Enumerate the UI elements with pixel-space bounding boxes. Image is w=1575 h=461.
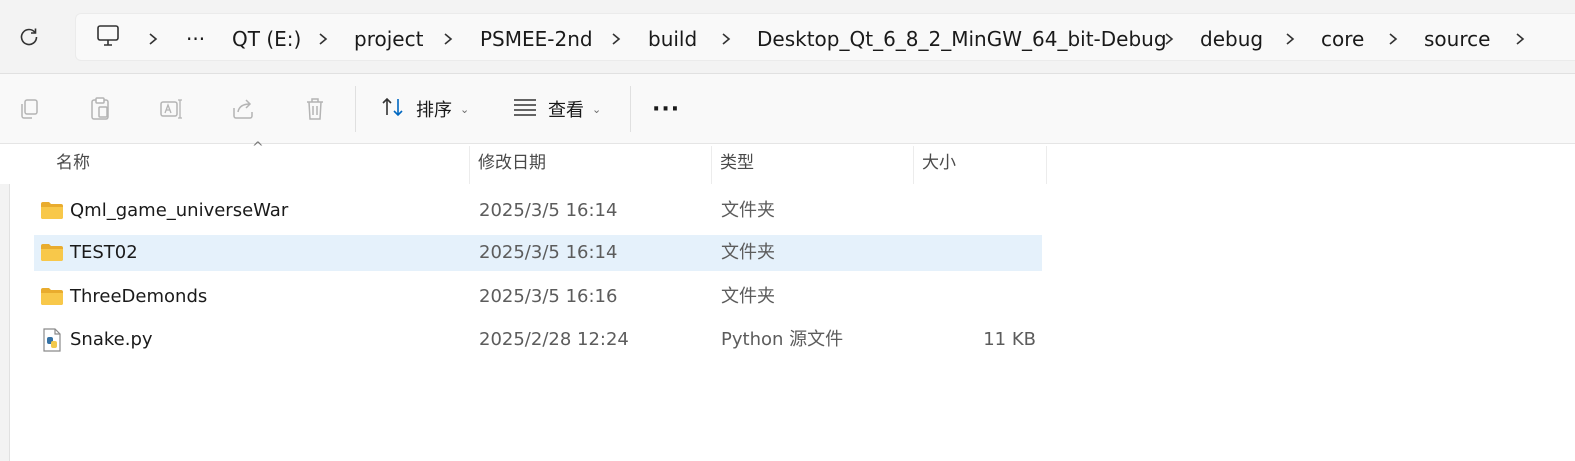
more-icon: ···: [652, 96, 681, 122]
address-bar-area: ··· QT (E:) project PSMEE-2nd build Desk…: [0, 0, 1575, 74]
file-date: 2025/3/5 16:14: [479, 200, 618, 221]
view-list-icon: [512, 97, 538, 122]
sort-label: 排序: [416, 100, 452, 121]
chevron-right-icon[interactable]: [1162, 28, 1176, 50]
chevron-down-icon: ⌄: [460, 102, 470, 116]
file-name: TEST02: [70, 242, 138, 263]
chevron-right-icon[interactable]: [441, 28, 455, 50]
file-row[interactable]: ThreeDemonds 2025/3/5 16:16 文件夹: [34, 279, 1042, 315]
file-size: 11 KB: [983, 329, 1036, 350]
sort-icon: [380, 96, 406, 123]
column-header-size[interactable]: 大小: [914, 144, 1046, 184]
file-date: 2025/3/5 16:14: [479, 242, 618, 263]
breadcrumb-core[interactable]: core: [1321, 28, 1364, 50]
folder-icon: [40, 286, 64, 308]
copy-icon[interactable]: [16, 96, 42, 122]
view-label: 查看: [548, 100, 584, 121]
chevron-right-icon[interactable]: [1283, 28, 1297, 50]
breadcrumb-overflow[interactable]: ···: [186, 28, 205, 50]
computer-icon[interactable]: [95, 24, 121, 48]
chevron-right-icon[interactable]: [316, 28, 330, 50]
breadcrumb-build[interactable]: build: [648, 28, 697, 50]
rename-icon[interactable]: [159, 96, 185, 122]
python-file-icon: [42, 328, 66, 352]
file-row[interactable]: Snake.py 2025/2/28 12:24 Python 源文件 11 K…: [34, 322, 1042, 358]
breadcrumb-debug[interactable]: debug: [1200, 28, 1263, 50]
breadcrumb-project[interactable]: project: [354, 28, 423, 50]
paste-icon[interactable]: [87, 96, 113, 122]
column-header-date[interactable]: 修改日期: [470, 144, 710, 184]
file-date: 2025/3/5 16:16: [479, 286, 618, 307]
chevron-right-icon[interactable]: [1513, 28, 1527, 50]
command-toolbar: 排序 ⌄ 查看 ⌄ ···: [0, 74, 1575, 144]
folder-icon: [40, 242, 64, 264]
file-date: 2025/2/28 12:24: [479, 329, 629, 350]
sort-button[interactable]: 排序 ⌄: [380, 94, 469, 124]
file-type: 文件夹: [721, 200, 775, 221]
file-name: ThreeDemonds: [70, 286, 208, 307]
column-divider[interactable]: [1046, 146, 1047, 184]
chevron-right-icon[interactable]: [1386, 28, 1400, 50]
more-options-button[interactable]: ···: [652, 94, 680, 124]
chevron-right-icon[interactable]: [146, 28, 160, 50]
column-header-type[interactable]: 类型: [712, 144, 912, 184]
address-bar[interactable]: ··· QT (E:) project PSMEE-2nd build Desk…: [75, 13, 1575, 61]
folder-icon: [40, 200, 64, 222]
breadcrumb-psmee[interactable]: PSMEE-2nd: [480, 28, 593, 50]
breadcrumb-desktop-qt[interactable]: Desktop_Qt_6_8_2_MinGW_64_bit-Debug: [757, 28, 1167, 50]
share-icon[interactable]: [231, 96, 257, 122]
breadcrumb-source[interactable]: source: [1424, 28, 1490, 50]
chevron-down-icon: ⌄: [592, 102, 602, 116]
breadcrumb-drive[interactable]: QT (E:): [232, 28, 301, 50]
chevron-right-icon[interactable]: [719, 28, 733, 50]
file-name: Qml_game_universeWar: [70, 200, 289, 221]
delete-icon[interactable]: [302, 96, 328, 122]
toolbar-divider: [355, 86, 356, 132]
view-button[interactable]: 查看 ⌄: [512, 94, 601, 124]
file-row-selected[interactable]: TEST02 2025/3/5 16:14 文件夹: [34, 235, 1042, 271]
chevron-right-icon[interactable]: [609, 28, 623, 50]
toolbar-divider: [630, 86, 631, 132]
file-name: Snake.py: [70, 329, 153, 350]
navigation-pane-edge: [0, 144, 10, 461]
sort-ascending-icon: ^: [252, 140, 264, 156]
file-type: 文件夹: [721, 286, 775, 307]
file-type: 文件夹: [721, 242, 775, 263]
file-type: Python 源文件: [721, 329, 844, 350]
refresh-icon[interactable]: [16, 24, 42, 50]
column-header-row: 名称 修改日期 类型 大小: [0, 144, 1575, 184]
file-row[interactable]: Qml_game_universeWar 2025/3/5 16:14 文件夹: [34, 193, 1042, 229]
